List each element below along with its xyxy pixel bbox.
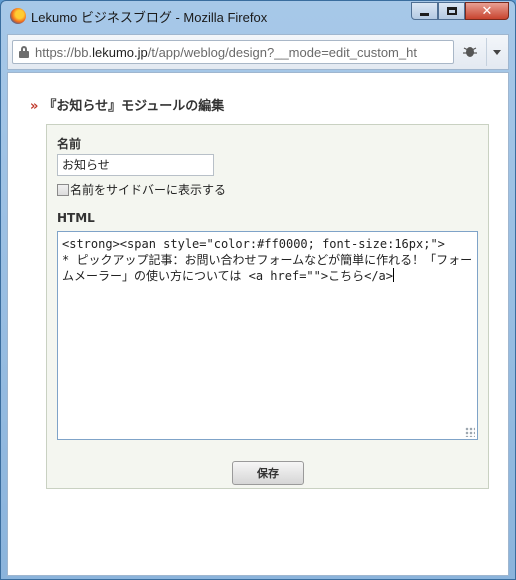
bug-icon[interactable] [462,44,478,58]
browser-window: Lekumo ビジネスブログ - Mozilla Firefox ✕ https… [0,0,516,580]
maximize-icon [439,3,464,19]
close-icon: ✕ [481,3,493,19]
navigation-bar: https://bb.lekumo.jp/t/app/weblog/design… [7,34,509,70]
name-label: 名前 [57,137,82,151]
page-content: » 『お知らせ』モジュールの編集 名前 お知らせ 名前をサイドバーに表示する HT… [7,72,509,576]
name-input[interactable]: お知らせ [57,154,214,176]
show-in-sidebar-label[interactable]: 名前をサイドバーに表示する [70,181,226,198]
dropdown-arrow-icon[interactable] [486,38,506,66]
window-controls: ✕ [411,2,509,20]
edit-form-panel: 名前 お知らせ 名前をサイドバーに表示する HTML <strong><span… [46,124,489,489]
title-bar[interactable]: Lekumo ビジネスブログ - Mozilla Firefox ✕ [1,1,515,31]
resize-grip-icon[interactable] [465,427,475,437]
lock-icon[interactable] [19,46,29,58]
show-in-sidebar-row[interactable]: 名前をサイドバーに表示する [57,181,226,198]
text-caret [393,268,394,282]
close-button[interactable]: ✕ [465,2,509,20]
heading-marker: » [30,99,39,114]
url-prefix: https://bb. [35,45,93,60]
window-title: Lekumo ビジネスブログ - Mozilla Firefox [31,10,268,25]
url-text: https://bb.lekumo.jp/t/app/weblog/design… [35,45,417,60]
firefox-logo-icon [10,8,26,24]
show-in-sidebar-checkbox[interactable] [57,183,69,196]
maximize-button[interactable] [438,2,465,20]
page-title-text: 『お知らせ』モジュールの編集 [43,99,225,114]
minimize-icon [412,3,437,19]
html-textarea-content: <strong><span style="color:#ff0000; font… [62,237,473,283]
page-title: » 『お知らせ』モジュールの編集 [30,95,224,114]
html-label: HTML [57,211,95,225]
minimize-button[interactable] [411,2,438,20]
url-path: /t/app/weblog/design?__mode=edit_custom_… [147,45,417,60]
url-domain: lekumo.jp [92,45,148,60]
url-field[interactable]: https://bb.lekumo.jp/t/app/weblog/design… [12,40,454,64]
html-textarea[interactable]: <strong><span style="color:#ff0000; font… [57,231,478,440]
save-button[interactable]: 保存 [232,461,304,485]
